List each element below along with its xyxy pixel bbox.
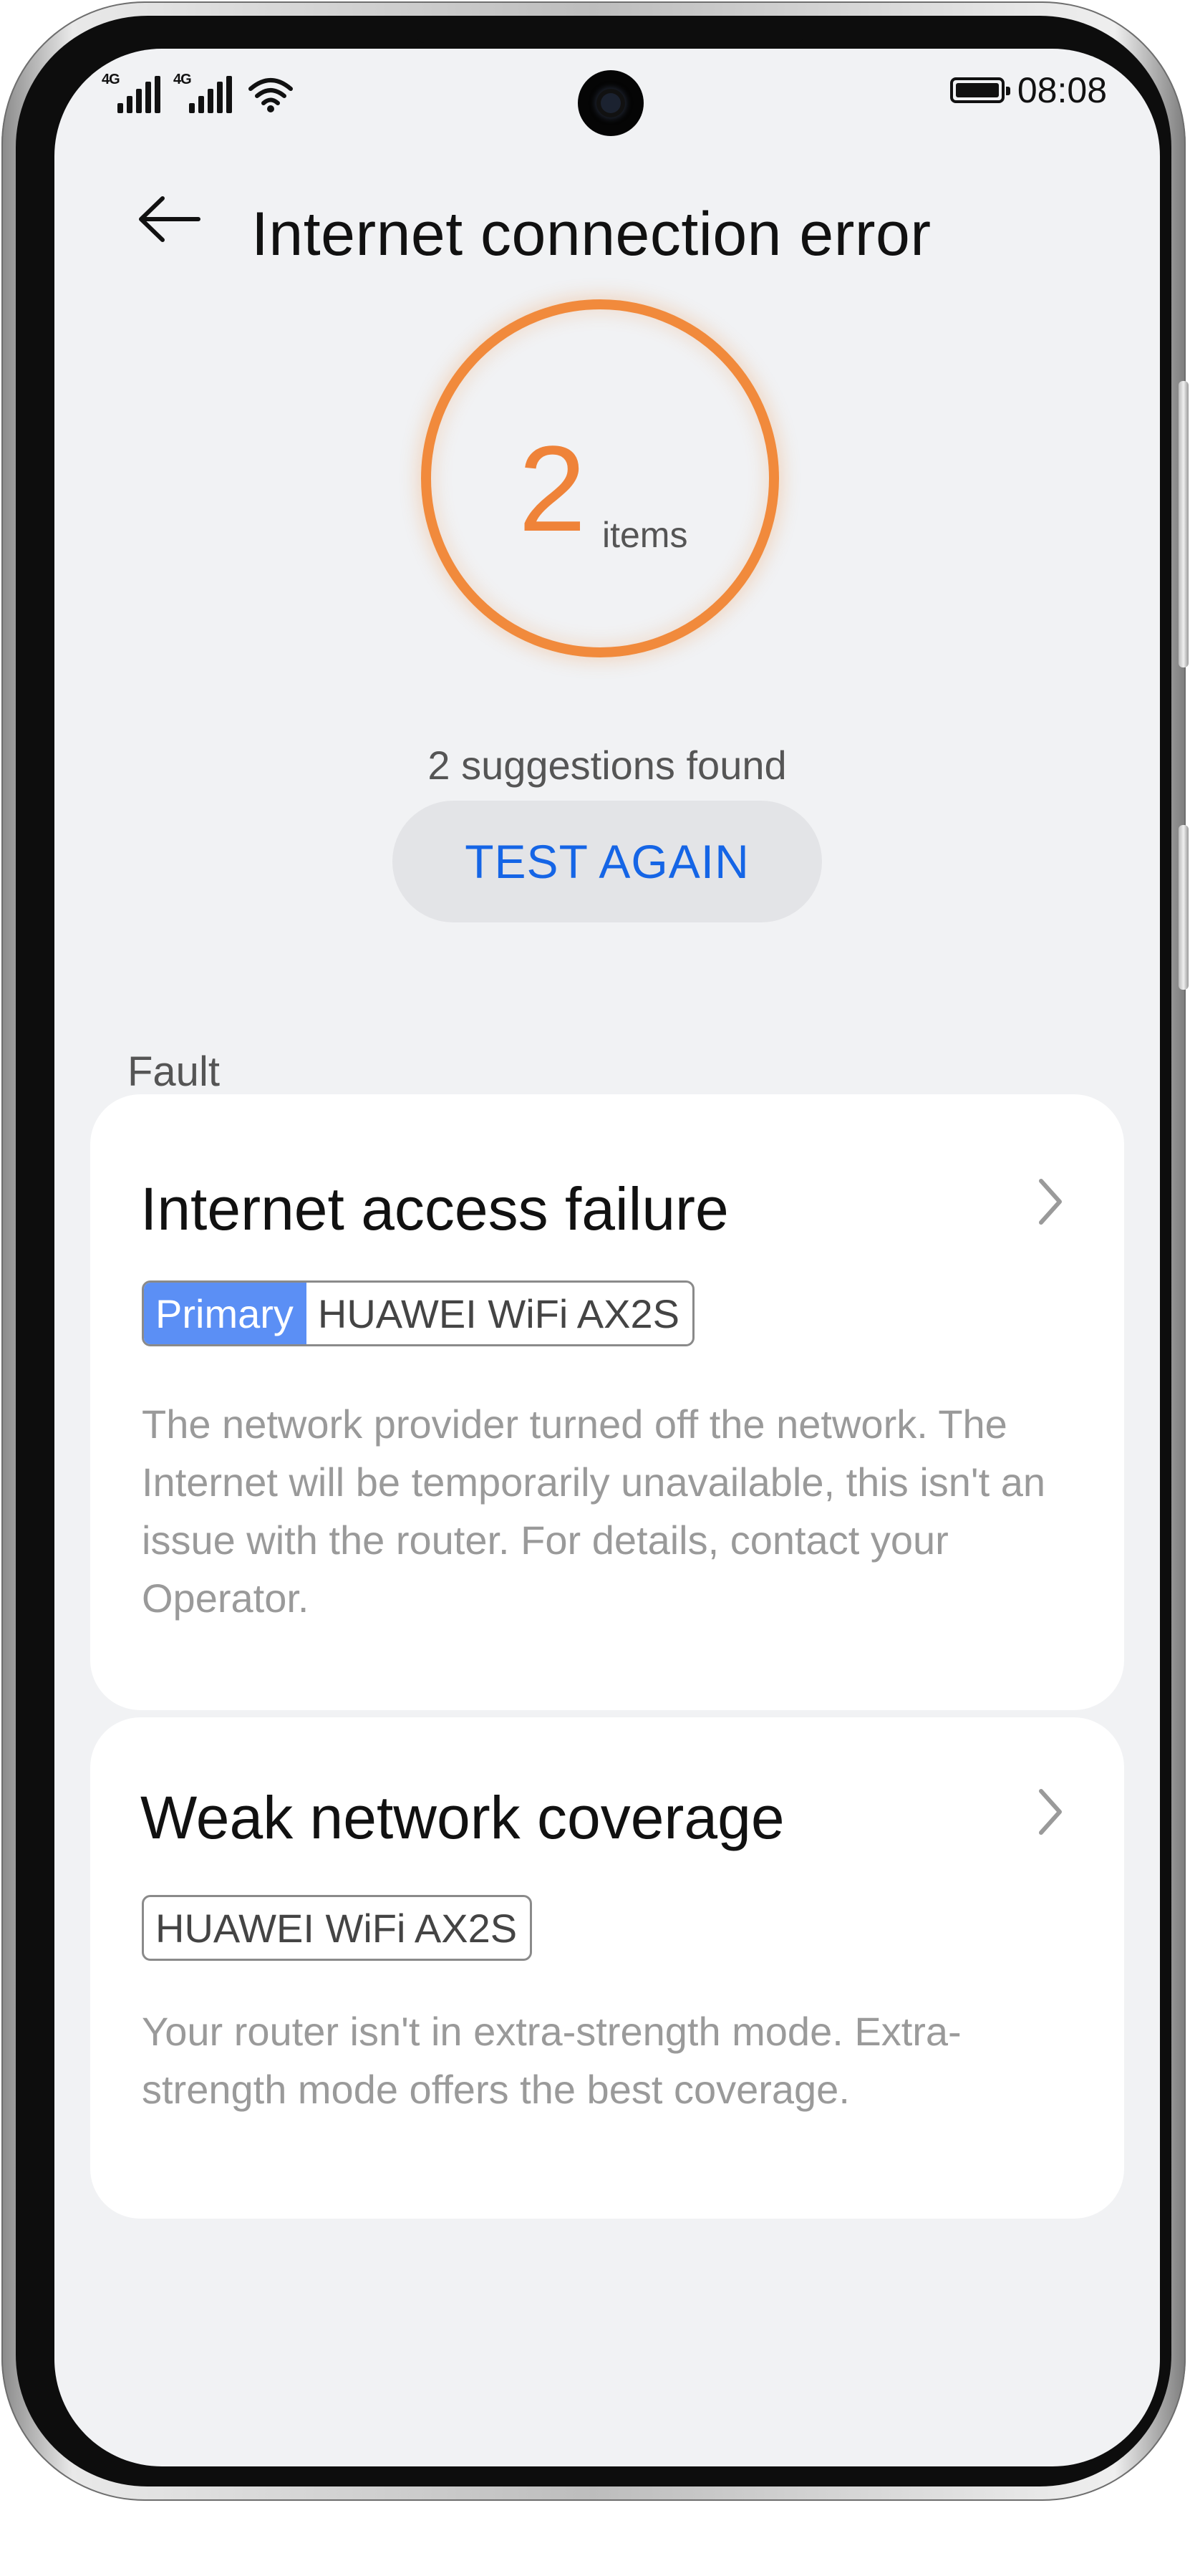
status-icons-left: 4G 4G <box>102 69 294 113</box>
earpiece <box>417 36 803 43</box>
phone-bezel: 4G 4G 08:08 Internet connection error 2 … <box>16 16 1171 2486</box>
chevron-right-icon <box>1021 1776 1078 1848</box>
device-name: HUAWEI WiFi AX2S <box>155 1905 518 1951</box>
fault-description: The network provider turned off the netw… <box>142 1402 1045 1621</box>
back-button[interactable] <box>126 176 212 262</box>
status-time: 08:08 <box>1017 70 1107 110</box>
signal-sim1-icon: 4G <box>102 72 160 113</box>
status-bar: 4G 4G 08:08 <box>54 49 1160 156</box>
fault-card-internet-access[interactable]: Internet access failure Primary HUAWEI W… <box>90 1094 1124 1710</box>
fault-title: Weak network coverage <box>140 1784 785 1851</box>
wifi-icon <box>248 78 293 112</box>
device-name: HUAWEI WiFi AX2S <box>317 1291 679 1336</box>
phone-frame: 4G 4G 08:08 Internet connection error 2 … <box>1 1 1189 2501</box>
arrow-left-icon <box>139 196 200 242</box>
issue-count-unit: items <box>602 515 688 555</box>
test-again-button[interactable]: TEST AGAIN <box>392 801 822 922</box>
suggestions-summary: 2 suggestions found <box>427 743 787 788</box>
device-tag: Primary HUAWEI WiFi AX2S <box>142 1280 695 1346</box>
fault-description: Your router isn't in extra-strength mode… <box>142 2009 962 2112</box>
sim1-network-tag: 4G <box>102 72 120 87</box>
section-label-fault: Fault <box>127 1048 220 1095</box>
power-button <box>1179 825 1189 990</box>
device-tag: HUAWEI WiFi AX2S <box>142 1895 533 1961</box>
chevron-right-icon <box>1021 1166 1078 1238</box>
battery-icon <box>949 77 1010 103</box>
fault-title: Internet access failure <box>140 1175 729 1243</box>
sim2-network-tag: 4G <box>173 72 192 87</box>
screen: 4G 4G 08:08 Internet connection error 2 … <box>54 49 1160 2466</box>
issue-count: 2 <box>518 421 586 557</box>
fault-card-weak-coverage[interactable]: Weak network coverage HUAWEI WiFi AX2S Y… <box>90 1717 1124 2219</box>
page-title: Internet connection error <box>251 200 932 269</box>
front-camera <box>578 70 644 136</box>
signal-sim2-icon: 4G <box>173 72 232 113</box>
primary-badge: Primary <box>144 1283 306 1344</box>
status-icons-right: 08:08 <box>949 70 1107 110</box>
result-ring <box>421 299 779 657</box>
volume-button <box>1179 381 1189 667</box>
